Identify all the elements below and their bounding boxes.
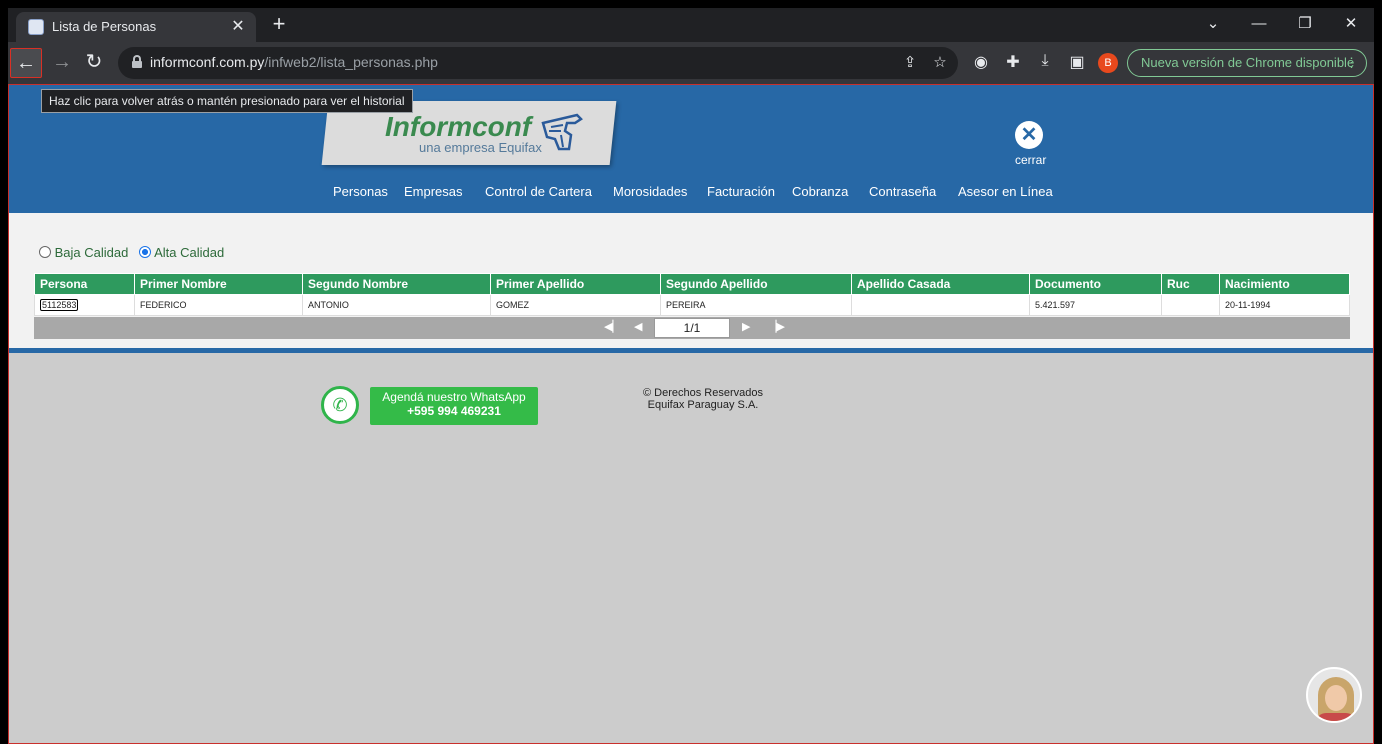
whatsapp-text: Agendá nuestro WhatsApp xyxy=(382,390,526,404)
table-header-row: Persona Primer Nombre Segundo Nombre Pri… xyxy=(34,273,1350,295)
menu-empresas[interactable]: Empresas xyxy=(404,184,463,199)
personas-table: Persona Primer Nombre Segundo Nombre Pri… xyxy=(34,273,1350,316)
close-session-icon[interactable]: ✕ xyxy=(1015,121,1043,149)
cell-nacimiento: 20-11-1994 xyxy=(1219,294,1350,316)
copyright-line1: © Derechos Reservados xyxy=(643,387,763,399)
col-primer-nombre[interactable]: Primer Nombre xyxy=(134,273,303,295)
page-viewport: Informconf una empresa Equifax ✕ cerrar … xyxy=(8,84,1374,744)
tab-close-icon[interactable]: ✕ xyxy=(228,16,248,36)
cell-persona[interactable]: 5112583 xyxy=(34,294,135,316)
persona-link[interactable]: 5112583 xyxy=(40,299,79,311)
tab-search-chevron-icon[interactable]: ⌄ xyxy=(1190,11,1236,39)
extension-spy-icon[interactable]: ◉ xyxy=(970,52,992,72)
col-apellido-casada[interactable]: Apellido Casada xyxy=(851,273,1030,295)
chat-assistant-avatar[interactable] xyxy=(1306,667,1362,723)
restore-button[interactable]: ❐ xyxy=(1282,11,1328,39)
whatsapp-number: +595 994 469231 xyxy=(407,404,501,418)
menu-control-cartera[interactable]: Control de Cartera xyxy=(485,184,592,199)
tab-lista-personas[interactable]: Lista de Personas ✕ xyxy=(16,12,256,42)
url-text[interactable]: informconf.com.py/infweb2/lista_personas… xyxy=(150,54,438,70)
back-button[interactable]: ← xyxy=(10,48,42,78)
url-host: informconf.com.py xyxy=(150,54,265,70)
col-nacimiento[interactable]: Nacimiento xyxy=(1219,273,1350,295)
browser-window: Lista de Personas ✕ + ⌄ — ❐ ✕ ← → ↻ info… xyxy=(8,8,1374,744)
prev-page-icon[interactable]: ◀ xyxy=(634,320,642,333)
col-ruc[interactable]: Ruc xyxy=(1161,273,1220,295)
copyright: © Derechos Reservados Equifax Paraguay S… xyxy=(643,387,763,411)
tab-title: Lista de Personas xyxy=(52,19,157,34)
cell-segundo-apellido: PEREIRA xyxy=(660,294,852,316)
chrome-update-button[interactable]: Nueva versión de Chrome disponible ⋮ xyxy=(1127,49,1367,77)
next-page-icon[interactable]: ▶ xyxy=(742,320,750,333)
radio-baja-calidad-label[interactable]: Baja Calidad xyxy=(55,245,129,260)
cell-primer-apellido: GOMEZ xyxy=(490,294,661,316)
pagination-bar: ◀▏ ◀ 1/1 ▶ ▕▶ xyxy=(34,317,1350,339)
close-window-button[interactable]: ✕ xyxy=(1328,11,1374,39)
menu-personas[interactable]: Personas xyxy=(333,184,388,199)
cell-primer-nombre: FEDERICO xyxy=(134,294,303,316)
site-favicon-icon xyxy=(28,19,44,35)
cell-apellido-casada xyxy=(851,294,1030,316)
browser-toolbar: ← → ↻ informconf.com.py/infweb2/lista_pe… xyxy=(8,42,1374,84)
profile-avatar[interactable]: B xyxy=(1098,53,1118,73)
back-button-tooltip: Haz clic para volver atrás o mantén pres… xyxy=(41,89,413,113)
logo-tagline: una empresa Equifax xyxy=(419,140,542,155)
url-path: /infweb2/lista_personas.php xyxy=(264,54,438,70)
table-row[interactable]: 5112583 FEDERICO ANTONIO GOMEZ PEREIRA 5… xyxy=(34,294,1350,316)
forward-button[interactable]: → xyxy=(46,48,78,78)
menu-cobranza[interactable]: Cobranza xyxy=(792,184,848,199)
cell-segundo-nombre: ANTONIO xyxy=(302,294,491,316)
cell-ruc xyxy=(1161,294,1220,316)
menu-asesor-linea[interactable]: Asesor en Línea xyxy=(958,184,1053,199)
radio-alta-calidad-label[interactable]: Alta Calidad xyxy=(154,245,224,260)
copyright-line2: Equifax Paraguay S.A. xyxy=(647,399,759,411)
minimize-button[interactable]: — xyxy=(1236,11,1282,39)
whatsapp-icon[interactable]: ✆ xyxy=(321,386,359,424)
menu-contrasena[interactable]: Contraseña xyxy=(869,184,936,199)
logo-name: Informconf xyxy=(385,111,532,142)
bookmark-star-icon[interactable]: ☆ xyxy=(930,53,950,71)
side-panel-icon[interactable]: ▣ xyxy=(1066,52,1088,72)
col-primer-apellido[interactable]: Primer Apellido xyxy=(490,273,661,295)
menu-morosidades[interactable]: Morosidades xyxy=(613,184,687,199)
close-session-label[interactable]: cerrar xyxy=(1015,153,1046,167)
last-page-icon[interactable]: ▕▶ xyxy=(768,320,785,333)
cell-documento: 5.421.597 xyxy=(1029,294,1162,316)
menu-facturacion[interactable]: Facturación xyxy=(707,184,775,199)
new-tab-button[interactable]: + xyxy=(266,11,292,37)
page-indicator[interactable]: 1/1 xyxy=(654,318,730,338)
address-bar[interactable]: informconf.com.py/infweb2/lista_personas… xyxy=(118,47,958,79)
col-segundo-nombre[interactable]: Segundo Nombre xyxy=(302,273,491,295)
logo-emblem-icon xyxy=(541,113,583,151)
col-documento[interactable]: Documento xyxy=(1029,273,1162,295)
quality-filter: Baja Calidad Alta Calidad xyxy=(39,245,224,260)
extensions-puzzle-icon[interactable]: ✚ xyxy=(1002,52,1024,72)
radio-baja-calidad[interactable] xyxy=(39,246,51,258)
reload-button[interactable]: ↻ xyxy=(78,48,110,78)
col-segundo-apellido[interactable]: Segundo Apellido xyxy=(660,273,852,295)
results-panel: Baja Calidad Alta Calidad Persona Primer… xyxy=(9,213,1373,348)
chrome-update-label: Nueva versión de Chrome disponible xyxy=(1141,55,1355,70)
radio-alta-calidad[interactable] xyxy=(139,246,152,258)
lock-icon[interactable] xyxy=(132,55,142,68)
tab-strip: Lista de Personas ✕ + ⌄ — ❐ ✕ xyxy=(8,8,1374,42)
share-icon[interactable]: ⇪ xyxy=(900,53,920,71)
col-persona[interactable]: Persona xyxy=(34,273,135,295)
download-icon[interactable]: ⤓ xyxy=(1034,52,1056,70)
first-page-icon[interactable]: ◀▏ xyxy=(604,320,621,333)
whatsapp-banner[interactable]: Agendá nuestro WhatsApp +595 994 469231 xyxy=(370,387,538,425)
footer-divider xyxy=(9,348,1373,353)
more-menu-icon[interactable]: ⋮ xyxy=(1345,50,1358,76)
site-header: Informconf una empresa Equifax ✕ cerrar … xyxy=(9,85,1373,213)
